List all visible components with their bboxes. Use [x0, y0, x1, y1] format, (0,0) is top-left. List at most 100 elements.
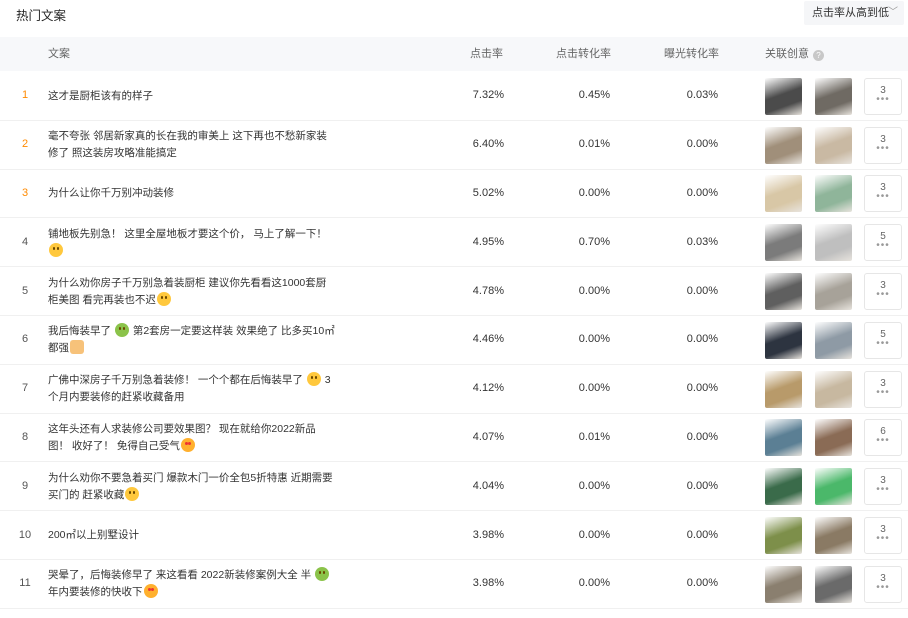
cvr-value: 0.00%: [578, 479, 610, 492]
creative-thumbnail[interactable]: [815, 321, 852, 359]
exposure-value: 0.00%: [686, 284, 718, 297]
copy-text-line1: 这才是厨柜该有的样子: [48, 88, 348, 105]
cvr-value: 0.45%: [578, 89, 610, 102]
creative-thumbnail[interactable]: [815, 126, 852, 164]
exposure-value: 0.00%: [686, 138, 718, 151]
more-creatives-button[interactable]: 3 •••: [864, 370, 902, 408]
rank-number: 8: [21, 430, 29, 443]
creative-thumbnail[interactable]: [765, 419, 802, 457]
creative-thumbnail[interactable]: [815, 224, 852, 262]
ellipsis-icon: •••: [876, 191, 890, 203]
copy-text-line2: 柜美图 看完再装也不迟: [48, 291, 348, 309]
creative-thumbnail[interactable]: [765, 77, 802, 115]
copy-text-line1: 为什么劝你不要急着买门 爆款木门一价全包5折特惠 近期需要: [48, 470, 348, 487]
table-row: 8 这年头还有人求装修公司要效果图？ 现在就给你2022新品 图！ 收好了！ 免得自…: [0, 414, 908, 463]
ellipsis-icon: •••: [876, 435, 890, 447]
creative-thumbnail[interactable]: [765, 175, 802, 213]
copy-text-line2: [48, 242, 348, 260]
creative-thumbnail[interactable]: [815, 517, 852, 555]
cvr-value: 0.01%: [578, 430, 610, 443]
copy-text-segment: 铺地板先别急！ 这里全屋地板才要这个价， 马上了解一下！: [48, 227, 327, 240]
more-creatives-button[interactable]: 3 •••: [864, 126, 902, 164]
ellipsis-icon: •••: [876, 337, 890, 349]
creative-thumbnail[interactable]: [815, 77, 852, 115]
creative-thumbnail[interactable]: [815, 175, 852, 213]
more-creatives-button[interactable]: 5 •••: [864, 321, 902, 359]
ctr-value: 4.07%: [472, 430, 504, 443]
more-creatives-button[interactable]: 5 •••: [864, 224, 902, 262]
copy-text-segment: 买门的 赶紧收藏: [48, 488, 125, 501]
creative-thumbnail[interactable]: [765, 321, 802, 359]
copy-text[interactable]: 为什么劝你不要急着买门 爆款木门一价全包5折特惠 近期需要 买门的 赶紧收藏: [48, 470, 348, 504]
more-creatives-button[interactable]: 3 •••: [864, 517, 902, 555]
rank-number: 2: [21, 138, 29, 151]
copy-text-segment: 柜美图 看完再装也不迟: [48, 293, 156, 306]
ellipsis-icon: •••: [876, 289, 890, 301]
table-row: 6 我后悔装早了 第2套房一定要这样装 效果绝了 比多买10㎡ 都强 4.46% 0.0…: [0, 316, 908, 365]
exposure-value: 0.00%: [686, 333, 718, 346]
copy-text[interactable]: 这年头还有人求装修公司要效果图？ 现在就给你2022新品 图！ 收好了！ 免得自己…: [48, 421, 348, 455]
rank-number: 7: [21, 382, 29, 395]
copy-text-line2: 年内要装修的快收下: [48, 584, 348, 601]
more-creatives-button[interactable]: 3 •••: [864, 468, 902, 506]
table-row: 2 毫不夸张 邻居新家真的长在我的审美上 这下再也不愁新家装 修了 照这装房攻略准能…: [0, 121, 908, 170]
col-creative-label: 关联创意: [765, 48, 809, 60]
help-icon[interactable]: ?: [813, 50, 824, 61]
creative-thumbnail[interactable]: [815, 468, 852, 506]
col-ctr[interactable]: 点击率: [470, 37, 503, 71]
copy-text-segment: 为什么让你千万别冲动装修: [48, 187, 174, 200]
more-creatives-button[interactable]: 3 •••: [864, 175, 902, 213]
copy-text-segment: 图！ 收好了！ 免得自己受气: [48, 439, 180, 452]
creative-thumbnail[interactable]: [815, 273, 852, 311]
creative-thumbnail[interactable]: [765, 273, 802, 311]
love-emoji-icon: [143, 584, 158, 599]
copy-text[interactable]: 我后悔装早了 第2套房一定要这样装 效果绝了 比多买10㎡ 都强: [48, 323, 348, 357]
creative-thumbnail[interactable]: [765, 565, 802, 603]
copy-text[interactable]: 广佛中深房子千万别急着装修！ 一个个都在后悔装早了 3 个月内要装修的赶紧收藏备用: [48, 372, 348, 406]
copy-text-line1: 哭晕了，后悔装修早了 来这看看 2022新装修案例大全 半: [48, 567, 348, 584]
rank-number: 9: [21, 479, 29, 492]
col-cvr[interactable]: 点击转化率: [556, 37, 611, 71]
green-emoji-icon: [114, 323, 129, 338]
creative-thumbnail[interactable]: [765, 126, 802, 164]
copy-text[interactable]: 毫不夸张 邻居新家真的长在我的审美上 这下再也不愁新家装 修了 照这装房攻略准能搞…: [48, 128, 348, 162]
page-title: 热门文案: [16, 9, 67, 23]
creative-thumbnail[interactable]: [815, 370, 852, 408]
creative-thumbnail[interactable]: [765, 370, 802, 408]
copy-text-segment: 200㎡以上别墅设计: [48, 529, 140, 542]
ctr-value: 6.40%: [472, 138, 504, 151]
more-creatives-button[interactable]: 3 •••: [864, 565, 902, 603]
sort-dropdown[interactable]: 点击率从高到低 ﹀: [804, 1, 904, 25]
rank-number: 6: [21, 333, 29, 346]
table-row: 11 哭晕了，后悔装修早了 来这看看 2022新装修案例大全 半 年内要装修的快收…: [0, 560, 908, 609]
creative-thumbnail[interactable]: [815, 565, 852, 603]
cvr-value: 0.00%: [578, 284, 610, 297]
copy-text[interactable]: 这才是厨柜该有的样子: [48, 88, 348, 105]
col-exposure[interactable]: 曝光转化率: [664, 37, 719, 71]
exposure-value: 0.03%: [686, 89, 718, 102]
table-row: 3 为什么让你千万别冲动装修 5.02% 0.00% 0.00% 3 •••: [0, 170, 908, 219]
copy-text-segment: 我后悔装早了: [48, 325, 111, 338]
more-creatives-button[interactable]: 6 •••: [864, 419, 902, 457]
copy-text-segment: 毫不夸张 邻居新家真的长在我的审美上 这下再也不愁新家装: [48, 130, 327, 143]
cvr-value: 0.00%: [578, 186, 610, 199]
copy-text[interactable]: 为什么让你千万别冲动装修: [48, 185, 348, 202]
copy-text[interactable]: 哭晕了，后悔装修早了 来这看看 2022新装修案例大全 半 年内要装修的快收下: [48, 567, 348, 601]
copy-text-line1: 铺地板先别急！ 这里全屋地板才要这个价， 马上了解一下！: [48, 226, 348, 243]
rank-number: 10: [18, 528, 32, 541]
ctr-value: 4.04%: [472, 479, 504, 492]
creative-thumbnail[interactable]: [815, 419, 852, 457]
creative-thumbnail[interactable]: [765, 517, 802, 555]
creative-thumbnail[interactable]: [765, 468, 802, 506]
more-creatives-button[interactable]: 3 •••: [864, 77, 902, 115]
more-creatives-button[interactable]: 3 •••: [864, 273, 902, 311]
copy-text-line1: 我后悔装早了 第2套房一定要这样装 效果绝了 比多买10㎡: [48, 323, 348, 340]
ellipsis-icon: •••: [876, 240, 890, 252]
rank-number: 1: [21, 89, 29, 102]
copy-text[interactable]: 为什么劝你房子千万别急着装厨柜 建议你先看看这1000套厨 柜美图 看完再装也不迟: [48, 275, 348, 309]
copy-text[interactable]: 铺地板先别急！ 这里全屋地板才要这个价， 马上了解一下！: [48, 226, 348, 260]
cvr-value: 0.00%: [578, 333, 610, 346]
copy-text[interactable]: 200㎡以上别墅设计: [48, 527, 348, 544]
creative-thumbnail[interactable]: [765, 224, 802, 262]
ctr-value: 4.95%: [472, 235, 504, 248]
